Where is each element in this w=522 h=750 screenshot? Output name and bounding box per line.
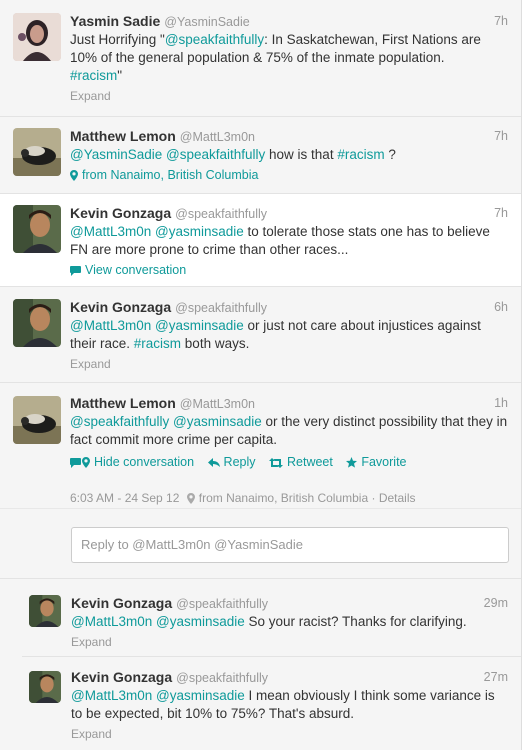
location-pin-icon (186, 493, 195, 507)
expand-link[interactable]: Expand (71, 634, 508, 650)
author-name[interactable]: Kevin Gonzaga (71, 669, 172, 685)
expand-link[interactable]: Expand (70, 356, 508, 372)
tweet-timestamp[interactable]: 7h (494, 204, 508, 222)
favorite-button[interactable]: Favorite (346, 455, 407, 471)
tweet-text: @MattL3m0n @yasminsadie So your racist? … (71, 614, 467, 629)
hashtag-link[interactable]: #racism (134, 336, 181, 351)
hashtag-link[interactable]: #racism (70, 68, 117, 83)
view-conversation-link[interactable]: View conversation (70, 262, 508, 280)
mention-link[interactable]: @YasminSadie (70, 147, 162, 162)
mention-link[interactable]: @yasminsadie (155, 318, 244, 333)
mention-link[interactable]: @yasminsadie (156, 614, 245, 629)
avatar[interactable] (29, 671, 61, 703)
hide-conversation-button[interactable]: Hide conversation (70, 455, 194, 469)
tweet-item-expanded[interactable]: Matthew Lemon @MattL3m0n 1h @speakfaithfu… (0, 383, 522, 509)
author-handle[interactable]: @speakfaithfully (176, 671, 268, 685)
author-handle[interactable]: @speakfaithfully (175, 301, 267, 315)
author-handle[interactable]: @MattL3m0n (180, 130, 255, 144)
mention-link[interactable]: @MattL3m0n (70, 318, 151, 333)
tweet-timestamp[interactable]: 27m (484, 668, 508, 686)
mention-link[interactable]: @yasminsadie (173, 414, 262, 429)
expand-link[interactable]: Expand (71, 726, 508, 742)
author-name[interactable]: Kevin Gonzaga (70, 205, 171, 221)
hashtag-link[interactable]: #racism (337, 147, 384, 162)
details-link[interactable]: Details (379, 491, 416, 505)
mention-link[interactable]: @MattL3m0n (71, 614, 152, 629)
tweet-item[interactable]: Yasmin Sadie @YasminSadie 7h Just Horrify… (0, 0, 522, 117)
avatar[interactable] (13, 13, 61, 61)
mention-link[interactable]: @MattL3m0n (70, 224, 151, 239)
star-icon (346, 457, 358, 471)
author-name[interactable]: Matthew Lemon (70, 395, 176, 411)
tweet-timestamp[interactable]: 7h (494, 12, 508, 30)
tweet-text: @MattL3m0n @yasminsadie or just not care… (70, 318, 481, 351)
author-handle[interactable]: @MattL3m0n (180, 397, 255, 411)
mention-link[interactable]: @yasminsadie (155, 224, 244, 239)
author-name[interactable]: Matthew Lemon (70, 128, 176, 144)
tweet-actions: Hide conversation Reply Retweet Favorite (70, 455, 508, 471)
avatar[interactable] (13, 299, 61, 347)
author-name[interactable]: Kevin Gonzaga (70, 299, 171, 315)
location-link[interactable]: from Nanaimo, British Columbia (70, 167, 508, 185)
avatar[interactable] (13, 205, 61, 253)
location-pin-icon (70, 169, 78, 185)
speech-bubble-icon (70, 457, 81, 471)
retweet-button[interactable]: Retweet (269, 455, 333, 469)
avatar[interactable] (29, 595, 61, 627)
avatar[interactable] (13, 128, 61, 176)
tweet-timestamp[interactable]: 29m (484, 594, 508, 612)
mention-link[interactable]: @speakfaithfully (165, 32, 264, 47)
tweet-timestamp[interactable]: 7h (494, 127, 508, 145)
mention-link[interactable]: @speakfaithfully (166, 147, 265, 162)
expand-link[interactable]: Expand (70, 88, 508, 104)
author-name[interactable]: Kevin Gonzaga (71, 595, 172, 611)
tweet-text: @MattL3m0n @yasminsadie I mean obviously… (71, 688, 495, 721)
mention-link[interactable]: @MattL3m0n (71, 688, 152, 703)
tweet-detail-line: 6:03 AM - 24 Sep 12 from Nanaimo, Britis… (70, 491, 416, 507)
tweet-location[interactable]: from Nanaimo, British Columbia (199, 491, 368, 505)
mention-link[interactable]: @speakfaithfully (70, 414, 169, 429)
tweet-item[interactable]: Kevin Gonzaga @speakfaithfully 27m @MattL… (22, 657, 522, 750)
tweet-text: Just Horrifying "@speakfaithfully: In Sa… (70, 32, 481, 83)
author-handle[interactable]: @speakfaithfully (176, 597, 268, 611)
author-handle[interactable]: @YasminSadie (164, 15, 249, 29)
tweet-item[interactable]: Matthew Lemon @MattL3m0n 7h @YasminSadie … (0, 117, 522, 194)
tweet-text: @MattL3m0n @yasminsadie to tolerate thos… (70, 224, 490, 257)
avatar[interactable] (13, 396, 61, 444)
tweet-text: @speakfaithfully @yasminsadie or the ver… (70, 414, 508, 447)
tweet-datetime[interactable]: 6:03 AM - 24 Sep 12 (70, 491, 179, 505)
tweet-item[interactable]: Kevin Gonzaga @speakfaithfully 7h @MattL3… (0, 194, 522, 287)
retweet-icon (269, 457, 283, 471)
tweet-timestamp[interactable]: 6h (494, 298, 508, 316)
tweet-item[interactable]: Kevin Gonzaga @speakfaithfully 6h @MattL3… (0, 287, 522, 383)
reply-button[interactable]: Reply (207, 455, 256, 471)
conversation-timeline: Yasmin Sadie @YasminSadie 7h Just Horrify… (0, 0, 522, 750)
author-name[interactable]: Yasmin Sadie (70, 13, 160, 29)
mention-link[interactable]: @yasminsadie (156, 688, 245, 703)
author-handle[interactable]: @speakfaithfully (175, 207, 267, 221)
reply-arrow-icon (207, 457, 220, 471)
speech-bubble-icon (70, 264, 81, 280)
tweet-text: @YasminSadie @speakfaithfully how is tha… (70, 147, 396, 162)
reply-input[interactable]: Reply to @MattL3m0n @YasminSadie (71, 527, 509, 563)
location-pin-icon (82, 457, 90, 471)
tweet-item[interactable]: Kevin Gonzaga @speakfaithfully 29m @MattL… (22, 579, 522, 657)
tweet-timestamp[interactable]: 1h (494, 394, 508, 412)
